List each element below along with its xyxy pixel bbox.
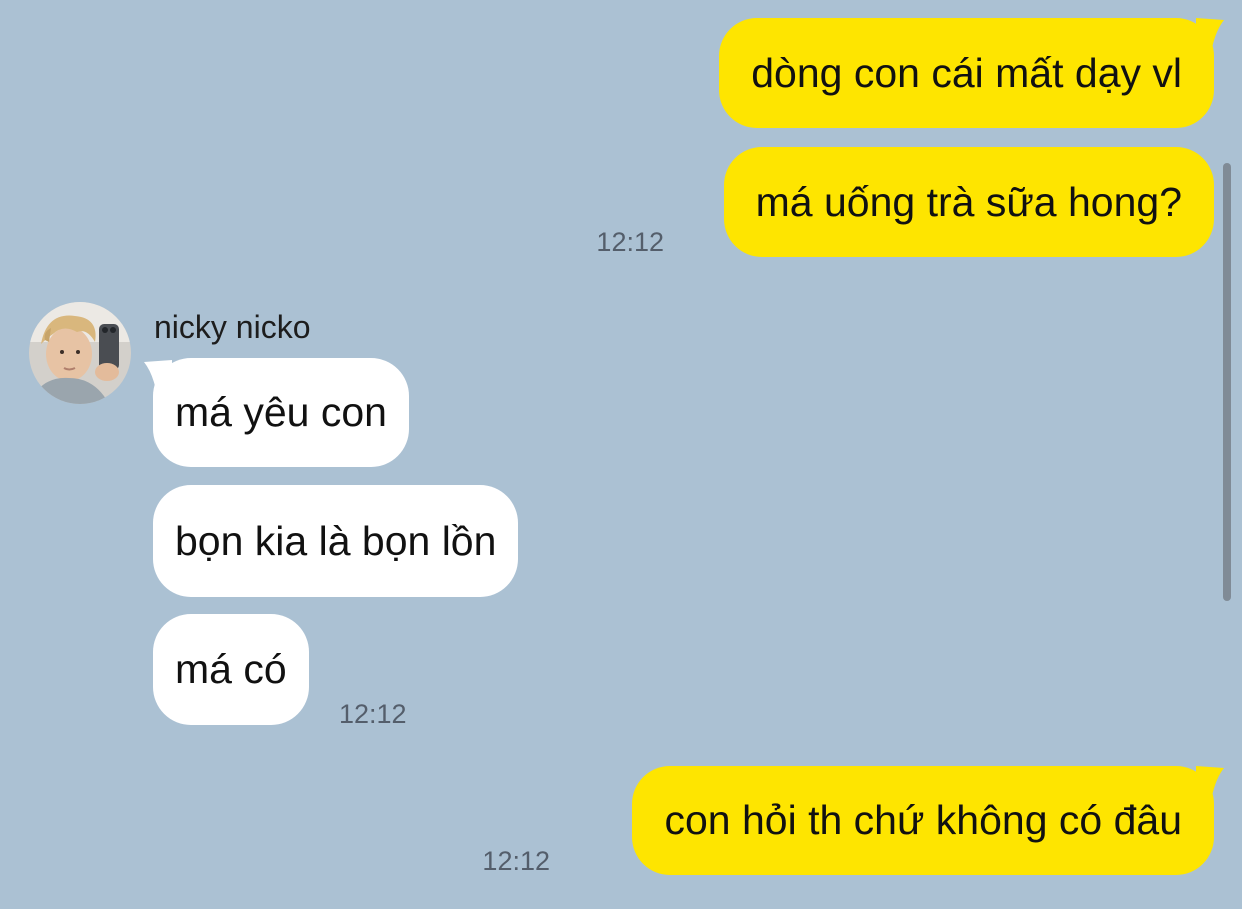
incoming-message-bubble[interactable]: bọn kia là bọn lồn — [153, 485, 519, 597]
chat-scrollbar[interactable] — [1223, 163, 1231, 601]
message-timestamp: 12:12 — [596, 227, 664, 257]
bubble-tail — [1196, 18, 1224, 48]
message-text: dòng con cái mất dạy vl — [751, 49, 1182, 96]
incoming-message-bubble[interactable]: má yêu con — [153, 358, 409, 467]
outgoing-message-bubble[interactable]: dòng con cái mất dạy vl — [719, 18, 1214, 128]
incoming-message-bubble[interactable]: má có — [153, 614, 309, 725]
bubble-tail — [1196, 766, 1224, 796]
contact-avatar[interactable] — [29, 302, 131, 404]
message-text: má uống trà sữa hong? — [755, 178, 1182, 225]
message-timestamp: 12:12 — [482, 846, 550, 876]
contact-name: nicky nicko — [154, 309, 311, 345]
outgoing-message-bubble[interactable]: má uống trà sữa hong? — [723, 147, 1214, 257]
message-text: má yêu con — [175, 389, 387, 435]
outgoing-message-bubble[interactable]: con hỏi th chứ không có đâu — [632, 766, 1214, 875]
message-text: má có — [175, 646, 287, 692]
message-text: con hỏi th chứ không có đâu — [664, 797, 1182, 843]
message-text: bọn kia là bọn lồn — [175, 517, 497, 564]
message-timestamp: 12:12 — [339, 699, 407, 729]
